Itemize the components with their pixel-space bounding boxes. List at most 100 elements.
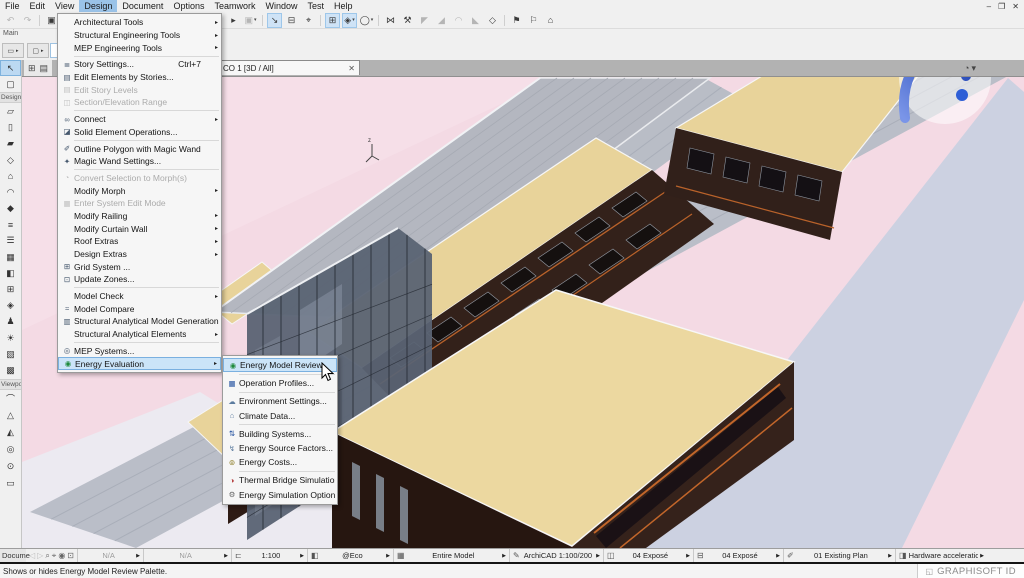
menu-item-grid-system[interactable]: ⊞Grid System ... — [58, 260, 221, 273]
menu-edit[interactable]: Edit — [25, 0, 51, 12]
trim-icon[interactable]: ◤ — [417, 13, 432, 28]
tracker-expand-icon[interactable]: ▸ — [226, 13, 241, 28]
menu-item-mep-systems[interactable]: ◎MEP Systems... — [58, 345, 221, 358]
suspend-groups-icon[interactable]: ▣▾ — [243, 13, 258, 28]
menu-item-energy-costs[interactable]: ⊚Energy Costs... — [223, 455, 337, 469]
menu-design[interactable]: Design — [79, 0, 117, 12]
menu-help[interactable]: Help — [329, 0, 358, 12]
quick-option-na-1[interactable]: N/A▶ — [77, 549, 143, 562]
model-view-options-field[interactable]: ◫04 Exposé▶ — [603, 549, 693, 562]
pen-set-field[interactable]: ✎ArchiCAD 1:100/200▶ — [509, 549, 603, 562]
railing-tool-icon[interactable]: ☰ — [0, 233, 21, 249]
menu-item-structural-engineering-tools[interactable]: Structural Engineering Tools▸ — [58, 29, 221, 42]
door-tool-icon[interactable]: ◧ — [0, 265, 21, 281]
menu-item-building-systems[interactable]: ⇅Building Systems... — [223, 427, 337, 441]
menu-item-climate-data[interactable]: ⌂Climate Data... — [223, 409, 337, 423]
model-view-options-field-arrow[interactable]: ▶ — [686, 553, 690, 559]
layer-combination-field-arrow[interactable]: ▶ — [386, 553, 390, 559]
skylight-tool-icon[interactable]: ◈ — [0, 298, 21, 314]
wall-tool-icon[interactable]: ▱ — [0, 103, 21, 119]
graphic-override-field-arrow[interactable]: ▶ — [776, 553, 780, 559]
layout-grid-icon[interactable]: ⊞ — [28, 63, 36, 74]
quick-option-na-2-arrow[interactable]: ▶ — [224, 553, 228, 559]
back-icon[interactable]: ◁ — [29, 551, 35, 560]
menu-item-story-settings[interactable]: ≣Story Settings...Ctrl+7 — [58, 58, 221, 71]
structure-display-field[interactable]: ▦Entire Model▶ — [393, 549, 509, 562]
chevron-down-icon[interactable]: ▾ — [971, 63, 976, 74]
polygon-edit-icon[interactable]: ◇ — [485, 13, 500, 28]
menu-item-structural-analytical-elements[interactable]: Structural Analytical Elements▸ — [58, 328, 221, 341]
morph-tool-icon[interactable]: ◆ — [0, 201, 21, 217]
move-icon[interactable]: ↘ — [267, 13, 282, 28]
menu-item-magic-wand-settings[interactable]: ✦Magic Wand Settings... — [58, 155, 221, 168]
forward-icon[interactable]: ▷ — [37, 551, 43, 560]
menu-item-enter-system-edit-mode[interactable]: ▦Enter System Edit Mode — [58, 197, 221, 210]
flag-outline-icon[interactable]: ⚐ — [526, 13, 541, 28]
publish-icon[interactable]: ⌂ — [543, 13, 558, 28]
menu-item-modify-railing[interactable]: Modify Railing▸ — [58, 210, 221, 223]
renovation-filter-field-arrow[interactable]: ▶ — [888, 553, 892, 559]
graphic-override-field[interactable]: ⊟04 Exposé▶ — [693, 549, 783, 562]
window-tool-icon[interactable]: ⊞ — [0, 281, 21, 297]
3d-engine-field-arrow[interactable]: ▶ — [980, 553, 984, 559]
curtain-wall-tool-icon[interactable]: ▦ — [0, 249, 21, 265]
menu-file[interactable]: File — [0, 0, 25, 12]
menu-item-edit-story-levels[interactable]: ▤Edit Story Levels — [58, 83, 221, 96]
slab-tool-icon[interactable]: ◇ — [0, 152, 21, 168]
interior-elevation-tool-icon[interactable]: ◭ — [0, 424, 21, 441]
fillet-icon[interactable]: ◠ — [451, 13, 466, 28]
menu-item-modify-curtain-wall[interactable]: Modify Curtain Wall▸ — [58, 222, 221, 235]
menu-item-mep-engineering-tools[interactable]: MEP Engineering Tools▸ — [58, 41, 221, 54]
menu-teamwork[interactable]: Teamwork — [209, 0, 260, 12]
menu-view[interactable]: View — [50, 0, 79, 12]
arrow-tool-icon[interactable]: ↖ — [0, 60, 21, 76]
menu-item-connect[interactable]: ∞Connect▸ — [58, 113, 221, 126]
detail-tool-icon[interactable]: ⊙ — [0, 458, 21, 475]
pen-set-field-arrow[interactable]: ▶ — [596, 553, 600, 559]
menu-item-solid-element-operations[interactable]: ◪Solid Element Operations... — [58, 126, 221, 139]
menu-item-architectural-tools[interactable]: Architectural Tools▸ — [58, 16, 221, 29]
menu-item-structural-analytical-model-generation-rules[interactable]: ▥Structural Analytical Model Generation … — [58, 315, 221, 328]
section-tool-icon[interactable]: ⌒ — [0, 390, 21, 407]
renovation-filter-field[interactable]: ✐01 Existing Plan▶ — [783, 549, 895, 562]
menu-item-update-zones[interactable]: ⊡Update Zones... — [58, 273, 221, 286]
close-button[interactable]: ✕ — [1012, 2, 1019, 11]
menu-item-model-check[interactable]: Model Check▸ — [58, 290, 221, 303]
menu-item-thermal-bridge-simulation[interactable]: ◑Thermal Bridge Simulation... — [223, 473, 337, 487]
globe-icon[interactable]: ◯▾ — [359, 13, 374, 28]
adjust-icon[interactable]: ⚒ — [400, 13, 415, 28]
menu-item-edit-elements-by-stories[interactable]: ▤Edit Elements by Stories... — [58, 71, 221, 84]
stair-tool-icon[interactable]: ≡ — [0, 217, 21, 233]
chamfer-icon[interactable]: ◣ — [468, 13, 483, 28]
camera-tool-icon[interactable]: ◎ — [0, 441, 21, 458]
scale-field-arrow[interactable]: ▶ — [300, 553, 304, 559]
restore-button[interactable]: ❐ — [998, 2, 1005, 11]
minimize-button[interactable]: – — [987, 2, 991, 11]
menu-item-energy-source-factors[interactable]: ↯Energy Source Factors... — [223, 441, 337, 455]
pan-icon[interactable]: ⌖ — [52, 551, 57, 561]
zone-tool-icon[interactable]: ▧ — [0, 346, 21, 362]
mesh-tool-icon[interactable]: ▩ — [0, 362, 21, 378]
roof-tool-icon[interactable]: ⌂ — [0, 168, 21, 184]
quick-option-na-2[interactable]: N/A▶ — [143, 549, 231, 562]
view-options-icon[interactable]: ◔ — [964, 63, 969, 73]
layer-combination-field[interactable]: ◧@Eco▶ — [307, 549, 393, 562]
beam-tool-icon[interactable]: ▰ — [0, 136, 21, 152]
quick-option-na-1-arrow[interactable]: ▶ — [136, 553, 140, 559]
worksheet-tool-icon[interactable]: ▭ — [0, 475, 21, 492]
object-tool-icon[interactable]: ♟ — [0, 314, 21, 330]
stretch-icon[interactable]: ⊟ — [284, 13, 299, 28]
menu-item-section-elevation-range[interactable]: ◫Section/Elevation Range — [58, 96, 221, 109]
rotate-icon[interactable]: ⌖ — [301, 13, 316, 28]
menu-window[interactable]: Window — [260, 0, 302, 12]
tab-close-icon[interactable]: ✕ — [348, 64, 359, 73]
undo-icon[interactable]: ↶ — [3, 13, 18, 28]
suspend-groups-icon-arrow[interactable]: ▾ — [254, 17, 257, 23]
scale-field[interactable]: ⊏1:100▶ — [231, 549, 307, 562]
structure-display-field-arrow[interactable]: ▶ — [502, 553, 506, 559]
column-tool-icon[interactable]: ▯ — [0, 120, 21, 136]
palette-button-2[interactable]: ▢▸ — [27, 43, 49, 58]
menu-item-energy-evaluation[interactable]: ◉Energy Evaluation▸ — [58, 357, 221, 370]
marquee-display-icon[interactable]: ⊞ — [325, 13, 340, 28]
menu-document[interactable]: Document — [117, 0, 168, 12]
